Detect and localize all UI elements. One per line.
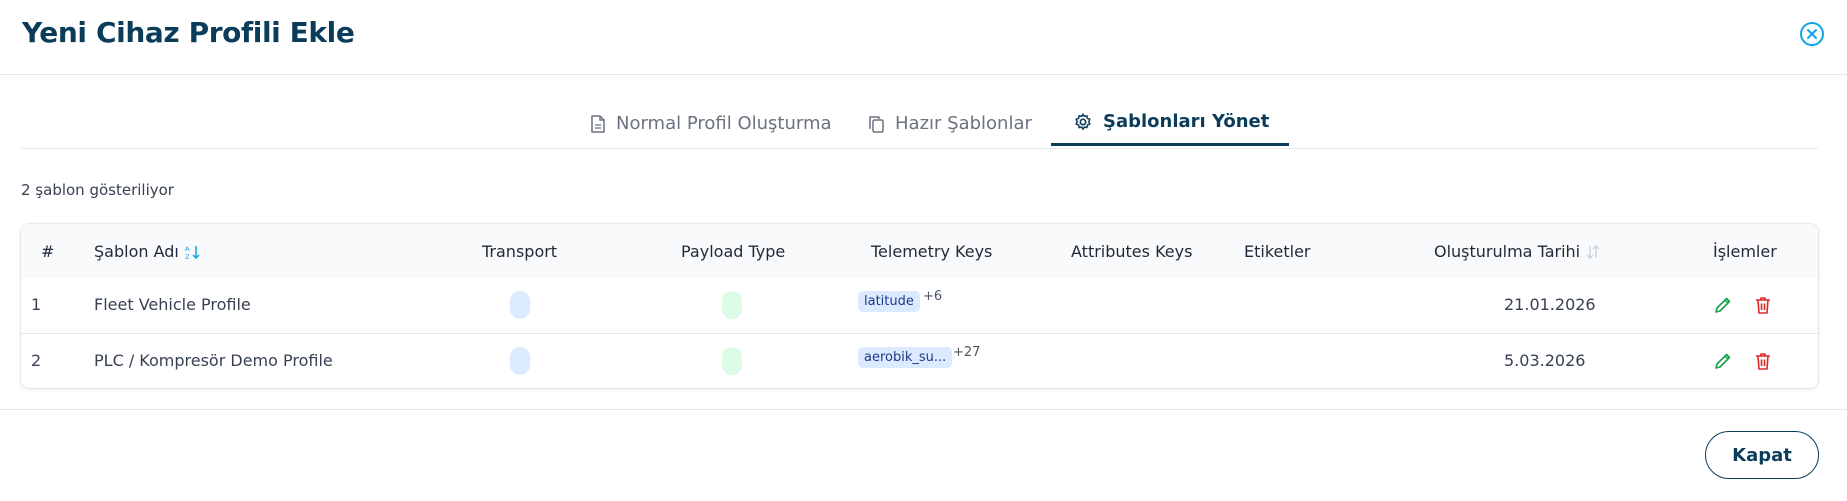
- row-created-date: 21.01.2026: [1504, 295, 1596, 314]
- row-index: 2: [31, 351, 42, 370]
- payload-type-badge: [722, 347, 742, 375]
- tab-bar: Normal Profil Oluşturma Hazır Şablonlar …: [21, 100, 1818, 149]
- transport-badge: [510, 347, 530, 375]
- row-index: 1: [31, 295, 42, 314]
- tab-ready-templates[interactable]: Hazır Şablonlar: [868, 100, 1032, 147]
- svg-text:Z: Z: [185, 253, 190, 260]
- edit-pencil-icon[interactable]: [1713, 351, 1733, 371]
- transport-badge: [510, 291, 530, 319]
- templates-table: # Şablon Adı A Z Transport Payload Type …: [21, 224, 1818, 388]
- table-header: # Şablon Adı A Z Transport Payload Type …: [21, 224, 1818, 278]
- column-header-name[interactable]: Şablon Adı A Z: [94, 242, 201, 261]
- table-row: 1 Fleet Vehicle Profile latitude +6 21.0…: [21, 278, 1818, 334]
- delete-trash-icon[interactable]: [1753, 351, 1773, 371]
- document-icon: [591, 114, 605, 133]
- dialog-header: Yeni Cihaz Profili Ekle: [0, 0, 1847, 75]
- row-template-name: Fleet Vehicle Profile: [94, 295, 251, 314]
- copy-icon: [869, 115, 884, 133]
- close-button[interactable]: Kapat: [1705, 431, 1819, 479]
- column-header-created-label: Oluşturulma Tarihi: [1434, 242, 1581, 261]
- svg-text:A: A: [185, 245, 190, 253]
- add-device-profile-dialog: Yeni Cihaz Profili Ekle Normal Profil Ol…: [0, 0, 1847, 500]
- column-header-name-label: Şablon Adı: [94, 242, 179, 261]
- edit-pencil-icon[interactable]: [1713, 295, 1733, 315]
- column-header-tags: Etiketler: [1244, 242, 1311, 261]
- payload-type-badge: [722, 291, 742, 319]
- tab-label: Hazır Şablonlar: [895, 113, 1032, 134]
- telemetry-more-count: +27: [953, 345, 981, 360]
- dialog-footer: Kapat: [0, 409, 1847, 501]
- close-circle-icon[interactable]: [1799, 21, 1825, 47]
- tab-normal-profile[interactable]: Normal Profil Oluşturma: [590, 100, 832, 147]
- tab-label: Şablonları Yönet: [1103, 111, 1270, 132]
- column-header-index: #: [41, 242, 55, 261]
- table-row: 2 PLC / Kompresör Demo Profile aerobik_s…: [21, 334, 1818, 388]
- column-header-payload: Payload Type: [681, 242, 786, 261]
- sort-icon[interactable]: [1586, 244, 1600, 260]
- column-header-telemetry: Telemetry Keys: [871, 242, 993, 261]
- telemetry-key-chip: aerobik_su...: [858, 347, 953, 368]
- gear-icon: [1075, 112, 1091, 130]
- column-header-attributes: Attributes Keys: [1071, 242, 1193, 261]
- template-count-text: 2 şablon gösteriliyor: [21, 181, 174, 199]
- column-header-actions: İşlemler: [1713, 242, 1777, 261]
- row-template-name: PLC / Kompresör Demo Profile: [94, 351, 333, 370]
- row-created-date: 5.03.2026: [1504, 351, 1586, 370]
- column-header-transport: Transport: [482, 242, 558, 261]
- tab-manage-templates[interactable]: Şablonları Yönet: [1051, 100, 1289, 146]
- telemetry-key-chip: latitude: [858, 291, 920, 312]
- telemetry-more-count: +6: [923, 289, 943, 304]
- tab-label: Normal Profil Oluşturma: [616, 113, 832, 134]
- column-header-created[interactable]: Oluşturulma Tarihi: [1434, 242, 1600, 261]
- dialog-title: Yeni Cihaz Profili Ekle: [22, 16, 355, 49]
- delete-trash-icon[interactable]: [1753, 295, 1773, 315]
- sort-az-icon[interactable]: A Z: [185, 244, 201, 260]
